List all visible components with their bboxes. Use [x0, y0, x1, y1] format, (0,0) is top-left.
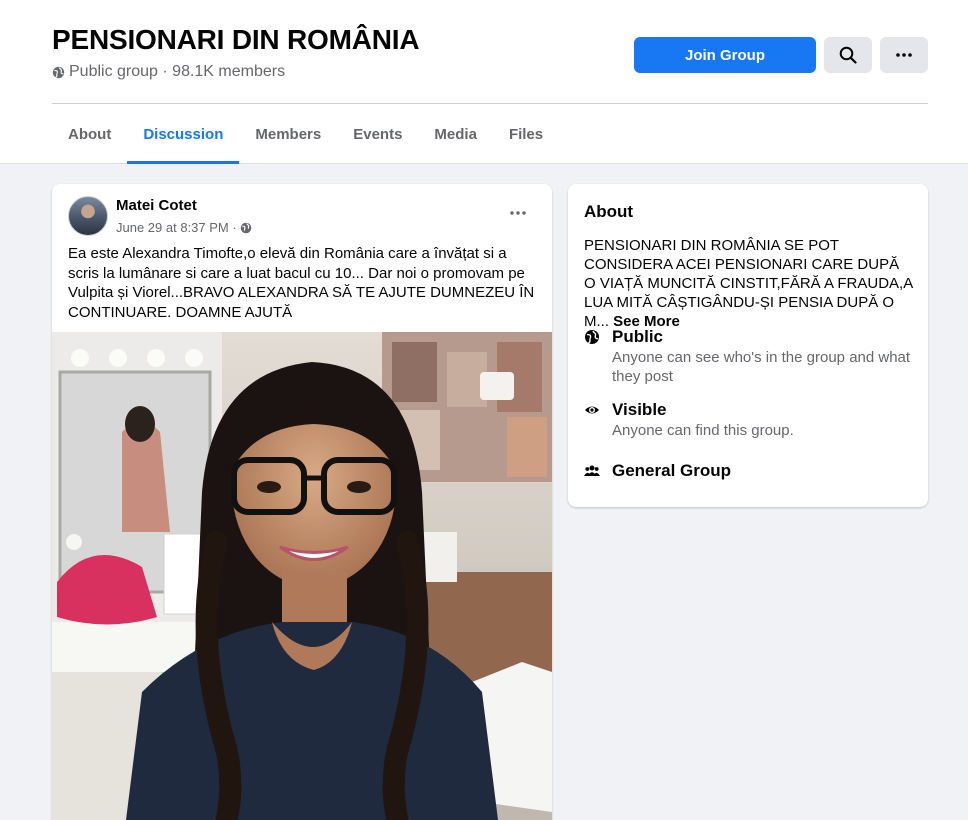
tab-about[interactable]: About: [52, 104, 127, 164]
author-avatar[interactable]: [68, 196, 108, 236]
group-tabs: About Discussion Members Events Media Fi…: [52, 104, 559, 164]
post-photo[interactable]: [52, 332, 552, 820]
about-description: PENSIONARI DIN ROMÂNIA SE POT CONSIDERA …: [584, 236, 914, 331]
group-title[interactable]: PENSIONARI DIN ROMÂNIA: [52, 24, 420, 56]
group-meta-text: Public group · 98.1K members: [69, 63, 286, 80]
public-description: Anyone can see who's in the group and wh…: [612, 349, 911, 385]
join-group-button[interactable]: Join Group: [634, 37, 816, 73]
about-card: About PENSIONARI DIN ROMÂNIA SE POT CONS…: [568, 184, 928, 507]
search-icon: [839, 46, 857, 64]
public-title: Public: [612, 327, 664, 346]
post-more-button[interactable]: [501, 198, 535, 228]
photo-illustration: [52, 332, 552, 820]
globe-icon: [52, 66, 65, 78]
public-info: Public Anyone can see who's in the group…: [584, 327, 912, 386]
tab-events[interactable]: Events: [337, 104, 418, 164]
post-card: Matei Cotet June 29 at 8:37 PM · Ea este…: [52, 184, 552, 820]
general-group-info: General Group: [584, 461, 731, 481]
globe-icon: [585, 330, 599, 344]
globe-icon: [240, 222, 251, 233]
tab-media[interactable]: Media: [418, 104, 493, 164]
eye-icon: [585, 406, 599, 414]
group-header: PENSIONARI DIN ROMÂNIA Public group · 98…: [0, 0, 968, 164]
visible-title: Visible: [612, 400, 667, 419]
more-icon: [896, 53, 912, 57]
people-icon: [584, 465, 600, 476]
post-text: Ea este Alexandra Timofte,o elevă din Ro…: [68, 245, 535, 321]
more-icon: [510, 211, 526, 215]
visible-info: Visible Anyone can find this group.: [584, 400, 912, 440]
tab-members[interactable]: Members: [239, 104, 337, 164]
post-time-text[interactable]: June 29 at 8:37 PM ·: [116, 220, 237, 235]
visible-description: Anyone can find this group.: [612, 422, 794, 439]
group-meta: Public group · 98.1K members: [52, 63, 285, 81]
more-options-button[interactable]: [880, 37, 928, 73]
general-group-title: General Group: [612, 461, 732, 480]
tab-files[interactable]: Files: [493, 104, 559, 164]
tab-discussion[interactable]: Discussion: [127, 104, 240, 164]
post-timestamp: June 29 at 8:37 PM ·: [116, 220, 252, 235]
post-author[interactable]: Matei Cotet: [116, 197, 197, 214]
search-button[interactable]: [824, 37, 872, 73]
about-title: About: [584, 202, 634, 221]
